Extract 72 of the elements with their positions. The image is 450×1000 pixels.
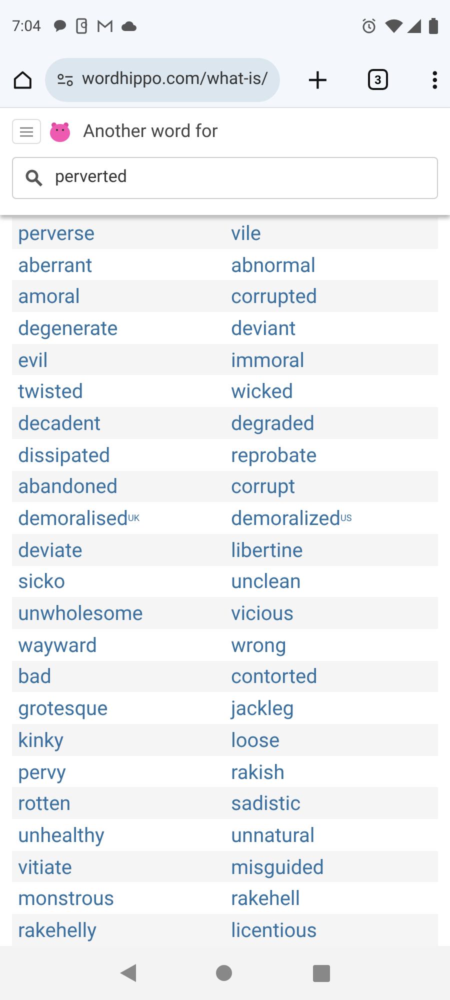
synonym-link[interactable]: rakish xyxy=(231,760,285,784)
hippo-logo-icon xyxy=(49,120,71,142)
synonym-link[interactable]: wrong xyxy=(231,632,286,657)
synonym-link[interactable]: corrupted xyxy=(231,284,318,308)
synonym-link[interactable]: rotten xyxy=(18,791,71,816)
search-input[interactable]: perverted xyxy=(55,165,425,191)
synonym-link[interactable]: twisted xyxy=(18,379,84,404)
tab-count-button[interactable]: 3 xyxy=(368,69,388,90)
menu-button[interactable] xyxy=(12,119,41,144)
synonym-link[interactable]: rakehell xyxy=(231,886,300,910)
new-tab-icon[interactable] xyxy=(308,70,328,90)
synonym-link[interactable]: vile xyxy=(231,220,262,245)
synonym-link[interactable]: loose xyxy=(231,728,280,752)
wifi-icon xyxy=(385,19,403,33)
recents-icon[interactable] xyxy=(312,964,330,982)
alarm-icon xyxy=(361,18,377,34)
synonym-link[interactable]: wayward xyxy=(18,632,98,657)
synonym-link[interactable]: sicko xyxy=(18,569,66,594)
more-menu-icon[interactable] xyxy=(432,70,438,90)
synonym-link[interactable]: demoralised$^{UK}$ xyxy=(18,506,140,530)
page-title: Another word for xyxy=(83,120,218,144)
synonym-link[interactable]: immoral xyxy=(231,348,304,372)
synonym-link[interactable]: degraded xyxy=(231,410,315,435)
synonym-link[interactable]: licentious xyxy=(231,918,318,942)
synonym-link[interactable]: jackleg xyxy=(231,696,294,720)
synonym-link[interactable]: rakehelly xyxy=(18,918,97,942)
home-icon[interactable] xyxy=(12,68,34,90)
signal-icon xyxy=(407,19,421,33)
battery-icon xyxy=(429,18,438,34)
status-time: 7:04 xyxy=(12,16,41,37)
synonym-link[interactable]: dissipated xyxy=(18,442,110,467)
synonym-link[interactable]: pervy xyxy=(18,760,66,784)
synonym-link[interactable]: vicious xyxy=(231,601,294,626)
synonym-link[interactable]: contorted xyxy=(231,664,318,688)
synonym-link[interactable]: vitiate xyxy=(18,854,72,879)
home-nav-icon[interactable] xyxy=(216,965,232,981)
synonym-link[interactable]: degenerate xyxy=(18,316,118,340)
synonym-link[interactable]: libertine xyxy=(231,538,303,562)
synonym-link[interactable]: misguided xyxy=(231,854,324,879)
chat-icon xyxy=(52,19,67,33)
synonym-link[interactable]: reprobate xyxy=(231,442,317,467)
synonym-link[interactable]: kinky xyxy=(18,728,64,752)
synonym-link[interactable]: monstrous xyxy=(18,886,114,910)
synonym-link[interactable]: amoral xyxy=(18,284,80,308)
synonym-link[interactable]: unclean xyxy=(231,569,301,594)
back-icon[interactable] xyxy=(120,964,136,982)
synonym-link[interactable]: evil xyxy=(18,348,48,372)
synonym-link[interactable]: abandoned xyxy=(18,474,118,498)
synonym-link[interactable]: unhealthy xyxy=(18,822,104,847)
synonym-link[interactable]: deviant xyxy=(231,316,296,340)
cloud-icon xyxy=(120,21,137,31)
synonym-link[interactable]: sadistic xyxy=(231,791,301,816)
synonym-link[interactable]: corrupt xyxy=(231,474,296,498)
url-text: wordhippo.com/what-is/ xyxy=(82,68,268,91)
synonym-link[interactable]: decadent xyxy=(18,410,101,435)
phone-icon xyxy=(74,18,89,34)
site-settings-icon[interactable] xyxy=(57,72,74,86)
synonym-link[interactable]: demoralized$^{US}$ xyxy=(231,506,352,530)
address-bar[interactable]: wordhippo.com/what-is/ xyxy=(45,58,280,102)
search-icon xyxy=(25,169,43,187)
synonym-link[interactable]: grotesque xyxy=(18,696,108,720)
mail-icon xyxy=(96,20,113,32)
synonym-link[interactable]: wicked xyxy=(231,379,294,404)
menu-icon xyxy=(20,126,33,136)
synonym-link[interactable]: bad xyxy=(18,664,52,688)
synonym-link[interactable]: aberrant xyxy=(18,252,92,277)
search-field[interactable]: perverted xyxy=(12,157,438,199)
synonym-link[interactable]: deviate xyxy=(18,538,82,562)
synonym-link[interactable]: unnatural xyxy=(231,822,315,847)
synonym-link[interactable]: abnormal xyxy=(231,252,316,277)
synonym-link[interactable]: perverse xyxy=(18,220,95,245)
synonym-link[interactable]: unwholesome xyxy=(18,601,143,626)
